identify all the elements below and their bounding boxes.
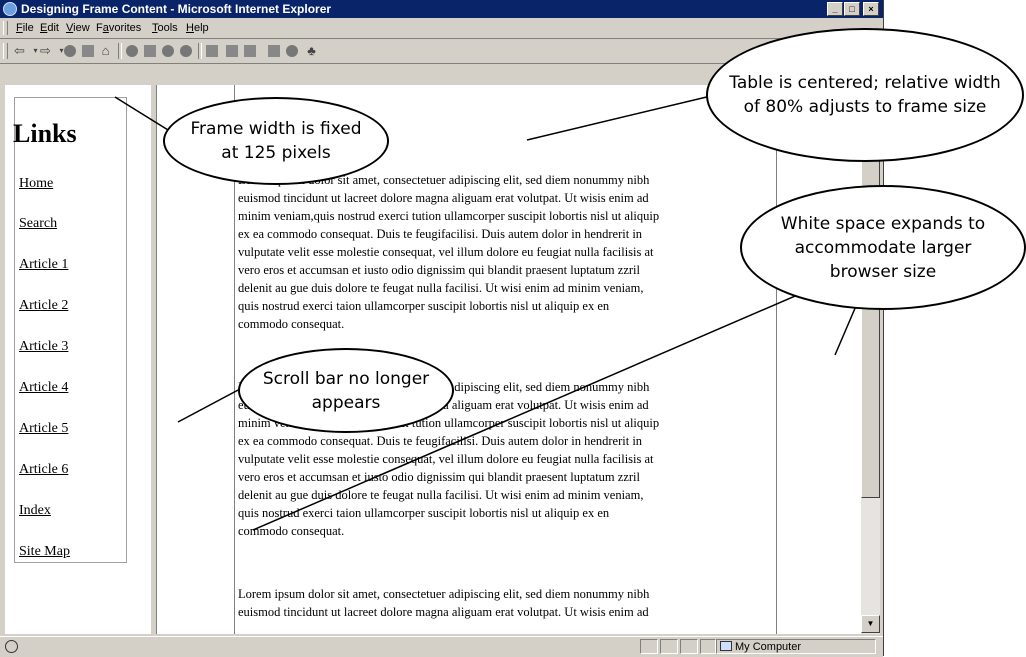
menu-edit-label: dit [47, 22, 59, 34]
article-paragraph: Lorem ipsum dolor sit amet, consectetuer… [238, 585, 774, 621]
research-icon[interactable]: ♣ [304, 43, 319, 58]
links-table [14, 97, 127, 563]
frame-border [150, 85, 157, 634]
status-panel [640, 639, 658, 654]
menu-file-accel: F [16, 22, 23, 34]
links-heading: Links [13, 119, 77, 148]
callout-white-space: White space expands to accommodate large… [740, 185, 1026, 310]
callout-frame-width: Frame width is fixed at 125 pixels [163, 97, 389, 185]
article-line: Lorem ipsum dolor sit amet, consectetuer… [238, 587, 650, 601]
home-icon[interactable]: ⌂ [98, 43, 113, 58]
article-line: quis nostrud exerci taion ullamcorper su… [238, 299, 610, 313]
status-bar: My Computer [0, 636, 883, 657]
menu-help-label: elp [193, 22, 209, 34]
menu-favorites-pre: F [96, 22, 103, 34]
status-panel [680, 639, 698, 654]
article-line: euismod tincidunt ut lacreet dolore magn… [238, 191, 649, 205]
forward-icon[interactable]: ⇨ [38, 43, 53, 58]
nav-link-article-5[interactable]: Article 5 [19, 421, 68, 437]
article-paragraph: Lorem ipsum dolor sit amet, consectetuer… [238, 171, 774, 333]
menu-bar: File Edit View Favorites Tools Help [0, 18, 883, 39]
article-line: commodo consequat. [238, 317, 345, 331]
menu-view-label: iew [73, 22, 90, 34]
internet-explorer-icon [3, 2, 17, 16]
nav-link-article-4[interactable]: Article 4 [19, 380, 68, 396]
article-line: commodo consequat. [238, 524, 345, 538]
history-icon[interactable] [162, 45, 174, 57]
my-computer-icon [720, 641, 732, 651]
zone-label: My Computer [735, 641, 802, 653]
stop-icon[interactable] [64, 45, 76, 57]
menu-favorites[interactable]: Favorites [96, 22, 141, 34]
article-line: euismod tincidunt ut lacreet dolore magn… [238, 605, 649, 619]
menu-help[interactable]: Help [186, 22, 209, 34]
menu-view[interactable]: View [66, 22, 90, 34]
article-line: minim veniam,quis nostrud exerci tution … [238, 209, 660, 223]
nav-link-article-6[interactable]: Article 6 [19, 462, 68, 478]
discuss-icon[interactable] [268, 45, 280, 57]
content-area: Links Home Search Article 1 Article 2 Ar… [5, 85, 880, 634]
maximize-button[interactable]: □ [844, 2, 860, 16]
window-title: Designing Frame Content - Microsoft Inte… [21, 2, 332, 16]
menu-bar-grip[interactable] [3, 21, 8, 35]
article-line: ex ea commodo consequat. Duis te feugifa… [238, 434, 643, 448]
page-status-icon [5, 640, 18, 653]
close-button[interactable]: × [863, 2, 879, 16]
minimize-button[interactable]: _ [827, 2, 843, 16]
article-line: vero eros et accumsan et iusto odio dign… [238, 263, 640, 277]
title-bar[interactable]: Designing Frame Content - Microsoft Inte… [0, 0, 883, 18]
messenger-icon[interactable] [286, 45, 298, 57]
nav-link-site-map[interactable]: Site Map [19, 544, 70, 560]
back-icon[interactable]: ⇦ [12, 43, 27, 58]
menu-tools-label: ools [157, 22, 178, 34]
print-icon[interactable] [226, 45, 238, 57]
article-line: vulputate velit esse molestie consequat,… [238, 452, 654, 466]
nav-link-index[interactable]: Index [19, 503, 51, 519]
status-panel [700, 639, 716, 654]
toolbar-separator [198, 43, 202, 59]
vertical-scrollbar[interactable]: ▲ ▼ [861, 85, 880, 634]
article-line: quis nostrud exerci taion ullamcorper su… [238, 506, 610, 520]
menu-help-accel: H [186, 22, 194, 34]
refresh-icon[interactable] [82, 45, 94, 57]
scroll-down-button[interactable]: ▼ [861, 615, 880, 633]
favorites-icon[interactable] [144, 45, 156, 57]
callout-scroll-bar: Scroll bar no longer appears [238, 348, 454, 433]
toolbar-grip[interactable] [3, 43, 8, 59]
edit-icon[interactable] [244, 45, 256, 57]
nav-link-home[interactable]: Home [19, 176, 53, 192]
article-line: vero eros et accumsan et iusto odio dign… [238, 470, 640, 484]
article-line: delenit au gue duis dolore te feugat nul… [238, 488, 644, 502]
links-frame: Links Home Search Article 1 Article 2 Ar… [5, 85, 150, 634]
media-icon[interactable] [180, 45, 192, 57]
nav-link-article-2[interactable]: Article 2 [19, 298, 68, 314]
nav-link-article-1[interactable]: Article 1 [19, 257, 68, 273]
article-line: ex ea commodo consequat. Duis te feugifa… [238, 227, 643, 241]
menu-favorites-label: vorites [108, 22, 142, 34]
toolbar-separator [118, 43, 122, 59]
search-icon[interactable] [126, 45, 138, 57]
mail-icon[interactable] [206, 45, 218, 57]
menu-file[interactable]: File [16, 22, 34, 34]
status-panel [660, 639, 678, 654]
callout-table-centered: Table is centered; relative width of 80%… [706, 28, 1024, 162]
article-line: vulputate velit esse molestie consequat,… [238, 245, 654, 259]
nav-link-article-3[interactable]: Article 3 [19, 339, 68, 355]
menu-file-label: ile [22, 22, 34, 34]
article-line: delenit au gue duis dolore te feugat nul… [238, 281, 644, 295]
nav-link-search[interactable]: Search [19, 216, 57, 232]
menu-edit[interactable]: Edit [40, 22, 59, 34]
menu-tools[interactable]: Tools [152, 22, 178, 34]
